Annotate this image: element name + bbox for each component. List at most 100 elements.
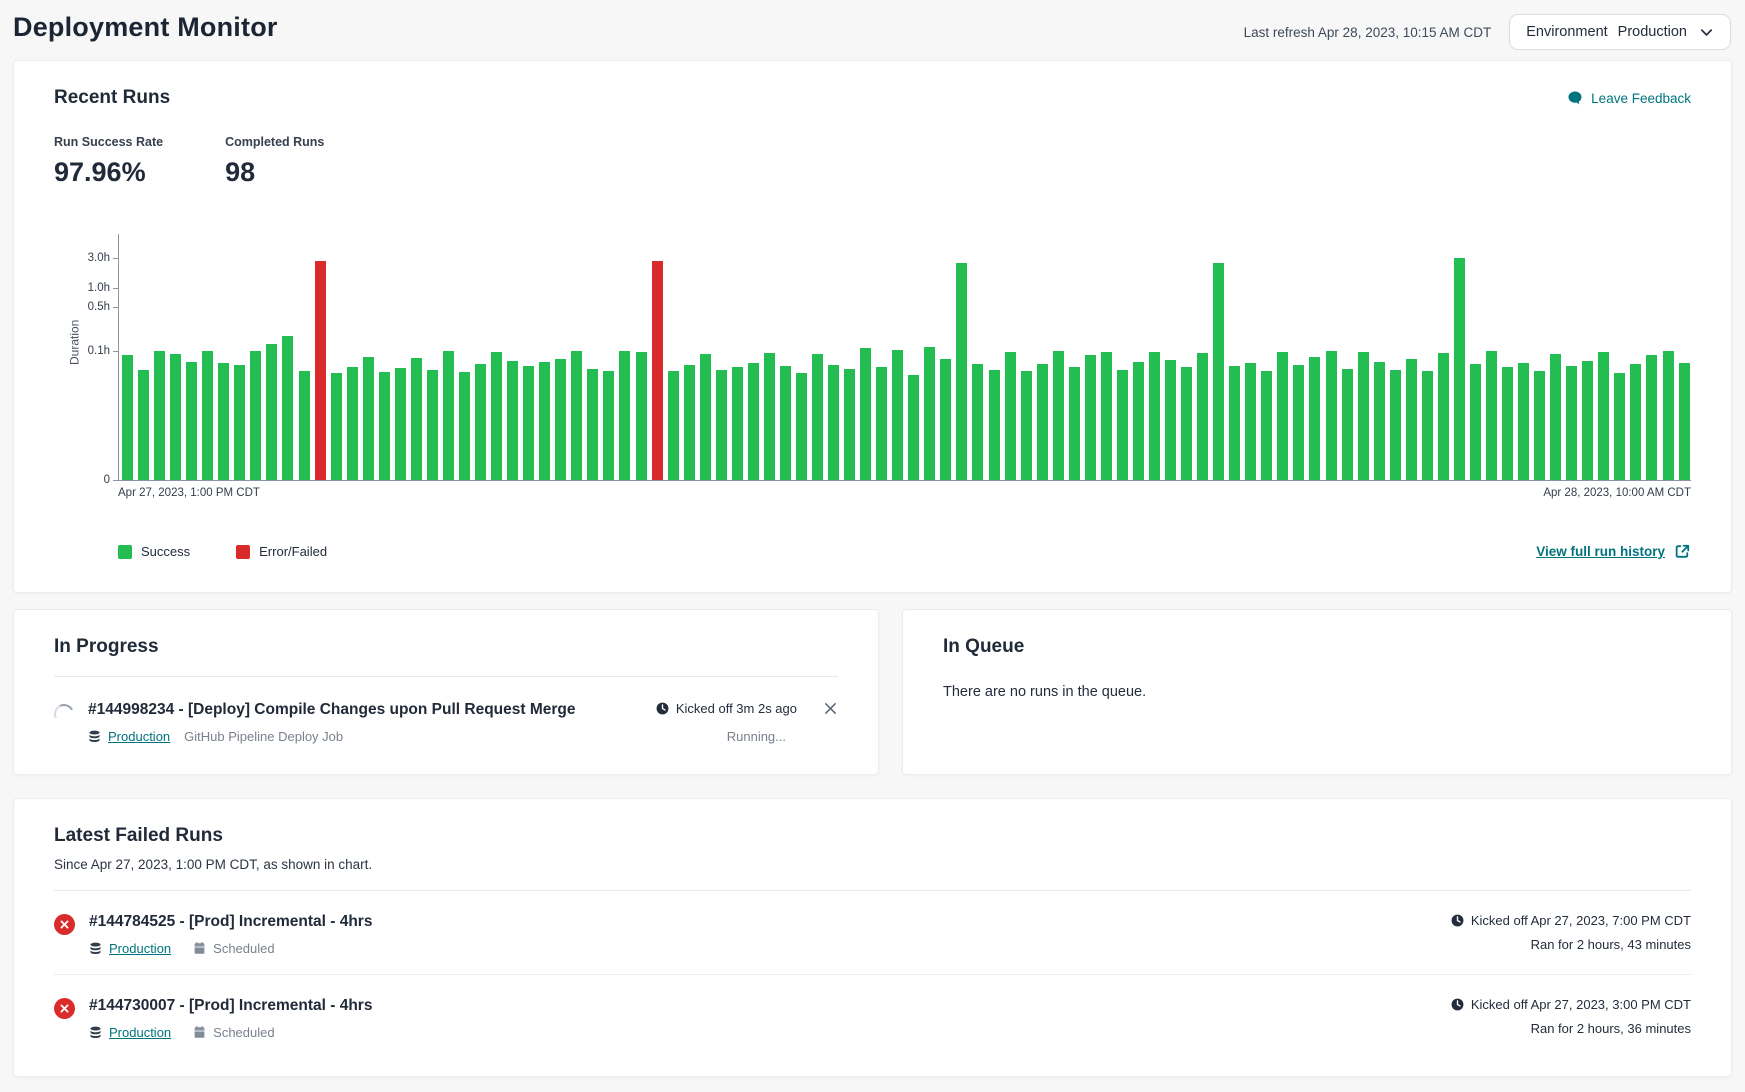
chart-bar-success[interactable] bbox=[1213, 263, 1224, 480]
chart-bar-error[interactable] bbox=[315, 261, 326, 480]
chart-bar-success[interactable] bbox=[523, 366, 534, 480]
chart-bar-success[interactable] bbox=[1566, 366, 1577, 480]
chart-bar-success[interactable] bbox=[619, 351, 630, 480]
chart-bar-success[interactable] bbox=[1245, 363, 1256, 480]
chart-bar-success[interactable] bbox=[363, 357, 374, 480]
chart-bar-success[interactable] bbox=[748, 363, 759, 480]
view-full-run-history-label[interactable]: View full run history bbox=[1536, 544, 1665, 559]
chart-bar-success[interactable] bbox=[668, 371, 679, 480]
chart-bar-success[interactable] bbox=[812, 354, 823, 480]
environment-tag[interactable]: Production bbox=[88, 729, 170, 744]
chart-bar-success[interactable] bbox=[1342, 369, 1353, 480]
environment-tag[interactable]: Production bbox=[89, 941, 171, 956]
chart-bar-success[interactable] bbox=[1261, 371, 1272, 480]
chart-bar-success[interactable] bbox=[1550, 354, 1561, 480]
chart-bar-success[interactable] bbox=[282, 336, 293, 480]
chart-bar-success[interactable] bbox=[1005, 352, 1016, 480]
chart-bar-success[interactable] bbox=[202, 351, 213, 480]
chart-bar-success[interactable] bbox=[555, 359, 566, 480]
chart-bar-success[interactable] bbox=[587, 369, 598, 480]
chart-bar-success[interactable] bbox=[844, 369, 855, 480]
chart-bar-success[interactable] bbox=[1085, 355, 1096, 480]
chart-bar-success[interactable] bbox=[1374, 362, 1385, 480]
view-full-run-history-link[interactable]: View full run history bbox=[1536, 543, 1691, 560]
chart-bar-success[interactable] bbox=[1534, 371, 1545, 480]
chart-bar-success[interactable] bbox=[716, 370, 727, 480]
chart-bar-success[interactable] bbox=[780, 366, 791, 480]
chart-bar-success[interactable] bbox=[1197, 353, 1208, 480]
chart-bar-success[interactable] bbox=[1021, 371, 1032, 480]
chart-bar-success[interactable] bbox=[1293, 365, 1304, 480]
environment-link[interactable]: Production bbox=[108, 729, 170, 744]
chart-bar-success[interactable] bbox=[411, 358, 422, 480]
chart-bar-success[interactable] bbox=[138, 370, 149, 480]
chart-bar-success[interactable] bbox=[700, 354, 711, 480]
chart-bar-success[interactable] bbox=[299, 371, 310, 480]
close-icon[interactable] bbox=[823, 701, 838, 716]
chart-bar-success[interactable] bbox=[1053, 351, 1064, 480]
chart-bar-success[interactable] bbox=[924, 347, 935, 480]
chart-bar-success[interactable] bbox=[1518, 363, 1529, 480]
chart-bar-success[interactable] bbox=[956, 263, 967, 480]
chart-bar-success[interactable] bbox=[1486, 351, 1497, 480]
chart-bar-success[interactable] bbox=[1037, 364, 1048, 480]
chart-bar-success[interactable] bbox=[331, 373, 342, 480]
chart-bar-success[interactable] bbox=[427, 370, 438, 480]
environment-link[interactable]: Production bbox=[109, 941, 171, 956]
chart-bar-success[interactable] bbox=[459, 372, 470, 480]
chart-bar-success[interactable] bbox=[1277, 352, 1288, 480]
chart-bar-success[interactable] bbox=[860, 348, 871, 480]
chart-bar-success[interactable] bbox=[1598, 352, 1609, 480]
chart-bar-success[interactable] bbox=[170, 354, 181, 480]
chart-bar-success[interactable] bbox=[1326, 351, 1337, 480]
chart-bar-success[interactable] bbox=[1502, 367, 1513, 480]
chart-bar-success[interactable] bbox=[1663, 351, 1674, 480]
chart-bar-success[interactable] bbox=[972, 364, 983, 480]
chart-bar-success[interactable] bbox=[1422, 371, 1433, 480]
chart-bar-success[interactable] bbox=[1229, 366, 1240, 480]
chart-bar-success[interactable] bbox=[1165, 360, 1176, 480]
chart-bar-success[interactable] bbox=[186, 362, 197, 480]
chart-bar-success[interactable] bbox=[539, 362, 550, 480]
chart-bar-success[interactable] bbox=[989, 370, 1000, 480]
chart-bar-success[interactable] bbox=[764, 353, 775, 480]
chart-bar-success[interactable] bbox=[1454, 258, 1465, 480]
chart-bar-success[interactable] bbox=[876, 367, 887, 480]
chart-bar-success[interactable] bbox=[1133, 362, 1144, 480]
chart-bar-success[interactable] bbox=[732, 367, 743, 480]
chart-bar-success[interactable] bbox=[395, 368, 406, 480]
chart-bar-success[interactable] bbox=[603, 371, 614, 480]
chart-bar-success[interactable] bbox=[122, 355, 133, 480]
environment-tag[interactable]: Production bbox=[89, 1025, 171, 1040]
chart-bar-success[interactable] bbox=[684, 365, 695, 480]
chart-bar-success[interactable] bbox=[1390, 370, 1401, 480]
chart-bar-success[interactable] bbox=[1470, 364, 1481, 480]
chart-bar-success[interactable] bbox=[475, 364, 486, 480]
chart-bar-success[interactable] bbox=[1181, 367, 1192, 480]
chart-bar-success[interactable] bbox=[1438, 353, 1449, 480]
chart-bar-success[interactable] bbox=[908, 375, 919, 480]
chart-bar-success[interactable] bbox=[1069, 367, 1080, 480]
chart-bar-error[interactable] bbox=[652, 261, 663, 480]
chart-bar-success[interactable] bbox=[1646, 355, 1657, 480]
chart-bar-success[interactable] bbox=[250, 351, 261, 480]
chart-bar-success[interactable] bbox=[828, 365, 839, 480]
environment-link[interactable]: Production bbox=[109, 1025, 171, 1040]
chart-bar-success[interactable] bbox=[1358, 352, 1369, 480]
chart-bar-success[interactable] bbox=[1149, 352, 1160, 480]
chart-bar-success[interactable] bbox=[379, 372, 390, 480]
leave-feedback-link[interactable]: Leave Feedback bbox=[1567, 90, 1691, 106]
chart-bar-success[interactable] bbox=[1679, 363, 1690, 480]
chart-bar-success[interactable] bbox=[1101, 352, 1112, 480]
chart-bar-success[interactable] bbox=[443, 351, 454, 480]
chart-bar-success[interactable] bbox=[636, 352, 647, 480]
chart-bar-success[interactable] bbox=[892, 350, 903, 480]
chart-bar-success[interactable] bbox=[154, 351, 165, 480]
chart-bar-success[interactable] bbox=[1309, 357, 1320, 480]
chart-bar-success[interactable] bbox=[1117, 370, 1128, 480]
chart-bar-success[interactable] bbox=[218, 363, 229, 480]
chart-bar-success[interactable] bbox=[1614, 373, 1625, 480]
chart-bar-success[interactable] bbox=[571, 351, 582, 480]
chart-bar-success[interactable] bbox=[347, 367, 358, 480]
chart-bar-success[interactable] bbox=[491, 352, 502, 480]
